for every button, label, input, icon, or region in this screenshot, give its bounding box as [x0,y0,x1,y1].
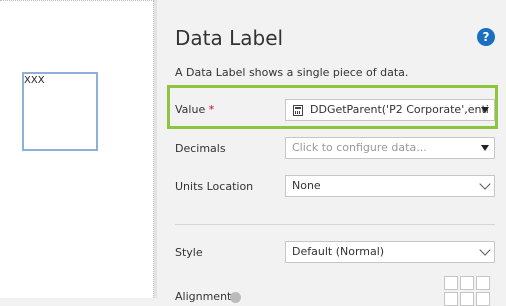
units-location-select[interactable]: None [285,175,495,197]
calculator-icon [293,105,303,116]
dropdown-arrow-icon[interactable] [481,107,489,113]
decimals-label: Decimals [175,142,226,155]
value-field[interactable]: DDGetParent('P2 Corporate',enti [285,99,495,121]
align-top-right[interactable] [476,276,490,290]
value-field-text: DDGetParent('P2 Corporate',enti [310,103,489,116]
required-marker: * [208,103,215,116]
panel-title: Data Label [175,26,284,50]
align-middle-left[interactable] [444,292,458,306]
design-canvas[interactable]: XXX [0,0,154,298]
data-label-widget[interactable]: XXX [22,72,98,151]
properties-panel: Data Label ? A Data Label shows a single… [157,0,506,306]
style-value: Default (Normal) [292,245,385,258]
section-divider [175,224,495,225]
align-middle-center[interactable] [460,292,474,306]
align-middle-right[interactable] [476,292,490,306]
panel-description: A Data Label shows a single piece of dat… [175,66,409,79]
alignment-label: Alignment [175,290,232,303]
widget-text: XXX [24,75,45,86]
units-location-label: Units Location [175,180,254,193]
align-top-left[interactable] [444,276,458,290]
units-location-value: None [292,179,321,192]
style-label: Style [175,246,203,259]
alignment-grid[interactable] [444,276,493,306]
align-top-center[interactable] [460,276,474,290]
decimals-placeholder: Click to configure data... [292,141,427,154]
style-select[interactable]: Default (Normal) [285,241,495,263]
chevron-down-icon [479,244,491,256]
chevron-down-icon [479,178,491,190]
dropdown-arrow-icon[interactable] [481,145,489,151]
value-label: Value * [175,103,215,116]
question-circle-icon[interactable]: ? [477,28,495,46]
decimals-field[interactable]: Click to configure data... [285,137,495,159]
